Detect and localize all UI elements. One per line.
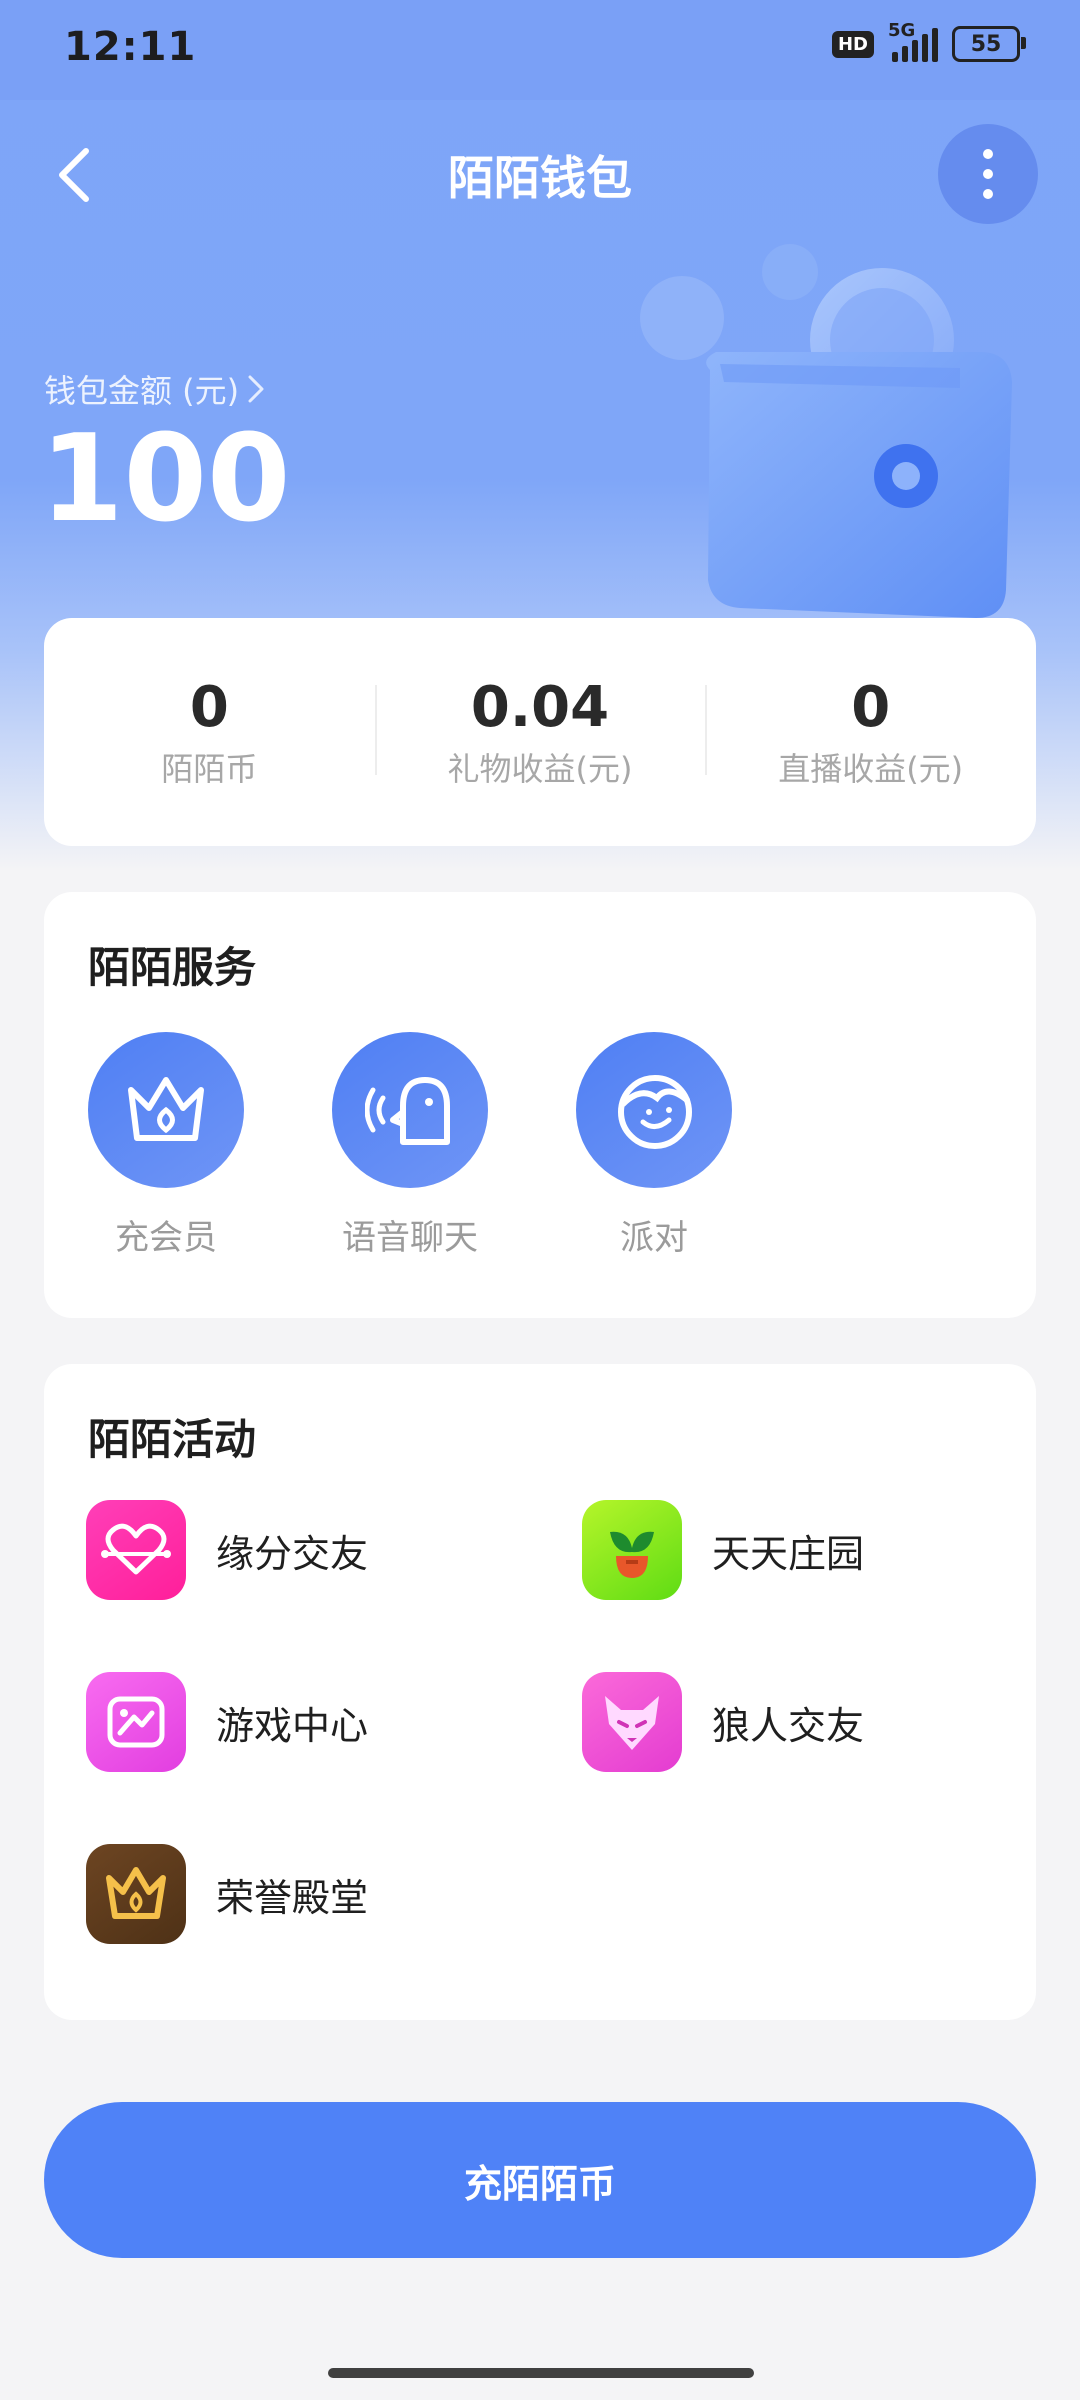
game-icon — [86, 1672, 186, 1772]
stat-value: 0 — [189, 674, 229, 740]
status-icons: HD 5G 55 — [831, 20, 1026, 62]
recharge-momo-coin-button[interactable]: 充陌陌币 — [44, 2102, 1036, 2258]
activity-label: 缘分交友 — [216, 1531, 369, 1576]
service-label: 语音聊天 — [342, 1218, 478, 1258]
voice-chat-icon — [332, 1032, 488, 1188]
sprout-icon — [582, 1500, 682, 1600]
activities-card: 陌陌活动 缘分交友 天天庄园 游戏中心 狼人交友 荣誉殿堂 — [44, 1364, 1036, 2020]
service-voice-chat[interactable]: 语音聊天 — [310, 1032, 510, 1259]
activities-title: 陌陌活动 — [88, 1415, 257, 1464]
heart-icon — [86, 1500, 186, 1600]
service-label: 派对 — [620, 1218, 688, 1258]
balance-value: 100 — [40, 410, 291, 549]
activity-label: 狼人交友 — [712, 1703, 865, 1748]
balance-label[interactable]: 钱包金额 (元) — [44, 366, 265, 412]
battery-level: 55 — [970, 31, 1002, 57]
activity-game-center[interactable]: 游戏中心 — [86, 1672, 368, 1772]
activity-label: 天天庄园 — [712, 1531, 865, 1576]
home-indicator[interactable] — [328, 2368, 754, 2378]
services-title: 陌陌服务 — [88, 943, 257, 992]
stat-value: 0.04 — [470, 674, 610, 740]
wolf-icon — [582, 1672, 682, 1772]
balance-label-text: 钱包金额 (元) — [44, 372, 240, 410]
chevron-right-icon — [248, 375, 264, 403]
activity-werewolf[interactable]: 狼人交友 — [582, 1672, 864, 1772]
activity-label: 荣誉殿堂 — [216, 1875, 369, 1920]
page-title: 陌陌钱包 — [448, 151, 632, 205]
service-label: 充会员 — [115, 1218, 217, 1258]
battery-icon: 55 — [952, 26, 1026, 62]
wallet-illustration — [640, 244, 1012, 618]
activity-honor-hall[interactable]: 荣誉殿堂 — [86, 1844, 368, 1944]
service-vip[interactable]: 充会员 — [66, 1032, 266, 1259]
stat-live-income[interactable]: 0 直播收益(元) — [705, 675, 1036, 790]
service-party[interactable]: 派对 — [554, 1032, 754, 1259]
more-vertical-icon — [983, 149, 993, 199]
crown-icon — [88, 1032, 244, 1188]
services-card: 陌陌服务 充会员 语音聊天 派对 — [44, 892, 1036, 1318]
honor-crown-icon — [86, 1844, 186, 1944]
status-bar: 12:11 HD 5G 55 — [0, 0, 1080, 100]
stats-card: 0 陌陌币 0.04 礼物收益(元) 0 直播收益(元) — [44, 618, 1036, 846]
activity-label: 游戏中心 — [216, 1703, 369, 1748]
stat-momo-coin[interactable]: 0 陌陌币 — [44, 675, 375, 790]
stat-gift-income[interactable]: 0.04 礼物收益(元) — [374, 674, 706, 790]
activity-farm[interactable]: 天天庄园 — [582, 1500, 864, 1600]
more-button[interactable] — [938, 124, 1038, 224]
status-time: 12:11 — [64, 24, 197, 70]
stat-label: 礼物收益(元) — [447, 749, 633, 788]
stat-value: 0 — [851, 674, 891, 740]
stat-label: 直播收益(元) — [778, 749, 964, 788]
network-type: 5G — [888, 20, 916, 41]
party-icon — [576, 1032, 732, 1188]
signal-icon: 5G — [888, 20, 938, 62]
stat-label: 陌陌币 — [161, 749, 258, 788]
activity-dating[interactable]: 缘分交友 — [86, 1500, 368, 1600]
hd-badge: HD — [831, 30, 874, 58]
